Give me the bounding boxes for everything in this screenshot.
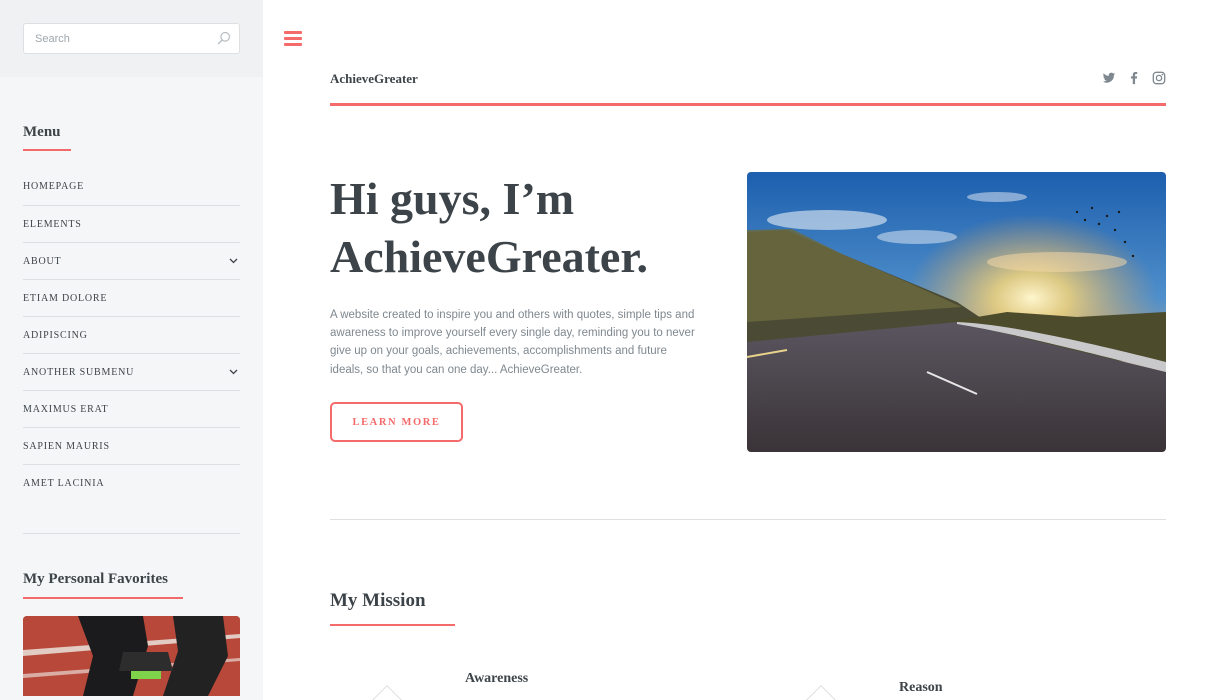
search-input[interactable]	[24, 24, 204, 53]
feature-reason-icon	[796, 684, 846, 700]
hero-title: Hi guys, I’m AchieveGreater.	[330, 170, 730, 286]
favorites-title: My Personal Favorites	[23, 571, 183, 599]
menu-item-label: ETIAM DOLORE	[23, 293, 108, 304]
menu-item-label: ABOUT	[23, 256, 62, 267]
social-links	[1102, 71, 1166, 85]
menu-title: Menu	[23, 124, 71, 151]
hamburger-bar	[284, 37, 302, 40]
menu-item-label: SAPIEN MAURIS	[23, 441, 110, 452]
feature-awareness-icon	[362, 684, 412, 700]
chevron-down-icon[interactable]	[229, 256, 238, 265]
hero-description: A website created to inspire you and oth…	[330, 309, 695, 376]
feature-title-awareness: Awareness	[465, 671, 529, 686]
sidebar: Menu HOMEPAGE ELEMENTS ABOUT ETIAM DOLOR…	[0, 0, 263, 700]
section-divider	[330, 519, 1166, 520]
menu-item-label: ADIPISCING	[23, 330, 88, 341]
chevron-down-icon[interactable]	[229, 367, 238, 376]
mission-title: My Mission	[330, 590, 455, 626]
menu-toggle-icon[interactable]	[284, 31, 302, 46]
menu-item-amet-lacinia[interactable]: AMET LACINIA	[23, 465, 240, 502]
hero-title-line1: Hi guys, I’m	[330, 173, 575, 224]
search-icon[interactable]	[217, 31, 231, 45]
sunset-road-image	[747, 172, 1166, 452]
menu-list: HOMEPAGE ELEMENTS ABOUT ETIAM DOLORE ADI…	[23, 172, 240, 502]
hamburger-bar	[284, 31, 302, 34]
menu-item-label: ELEMENTS	[23, 219, 82, 230]
menu-item-elements[interactable]: ELEMENTS	[23, 206, 240, 243]
menu-item-about[interactable]: ABOUT	[23, 243, 240, 280]
menu-item-maximus-erat[interactable]: MAXIMUS ERAT	[23, 391, 240, 428]
runner-track-image	[23, 616, 240, 696]
instagram-icon[interactable]	[1152, 71, 1166, 85]
menu-item-adipiscing[interactable]: ADIPISCING	[23, 317, 240, 354]
facebook-icon[interactable]	[1127, 71, 1141, 85]
menu-item-label: AMET LACINIA	[23, 478, 105, 489]
site-header: AchieveGreater	[330, 60, 1166, 106]
feature-title-reason: Reason	[899, 680, 943, 695]
menu-item-sapien-mauris[interactable]: SAPIEN MAURIS	[23, 428, 240, 465]
menu-item-another-submenu[interactable]: ANOTHER SUBMENU	[23, 354, 240, 391]
learn-more-button[interactable]: LEARN MORE	[330, 402, 463, 442]
sidebar-divider	[23, 533, 240, 534]
menu-item-label: ANOTHER SUBMENU	[23, 367, 135, 378]
sidebar-search-area	[0, 0, 263, 77]
hero-title-line2: AchieveGreater.	[330, 231, 649, 282]
twitter-icon[interactable]	[1102, 71, 1116, 85]
site-logo[interactable]: AchieveGreater	[330, 71, 418, 87]
menu-item-homepage[interactable]: HOMEPAGE	[23, 172, 240, 206]
search-box[interactable]	[23, 23, 240, 54]
hero-image	[747, 172, 1166, 452]
hamburger-bar	[284, 43, 302, 46]
menu-item-etiam-dolore[interactable]: ETIAM DOLORE	[23, 280, 240, 317]
sidebar-menu: Menu HOMEPAGE ELEMENTS ABOUT ETIAM DOLOR…	[0, 77, 263, 696]
menu-item-label: HOMEPAGE	[23, 181, 85, 192]
menu-item-label: MAXIMUS ERAT	[23, 404, 109, 415]
favorites-image[interactable]	[23, 616, 240, 696]
